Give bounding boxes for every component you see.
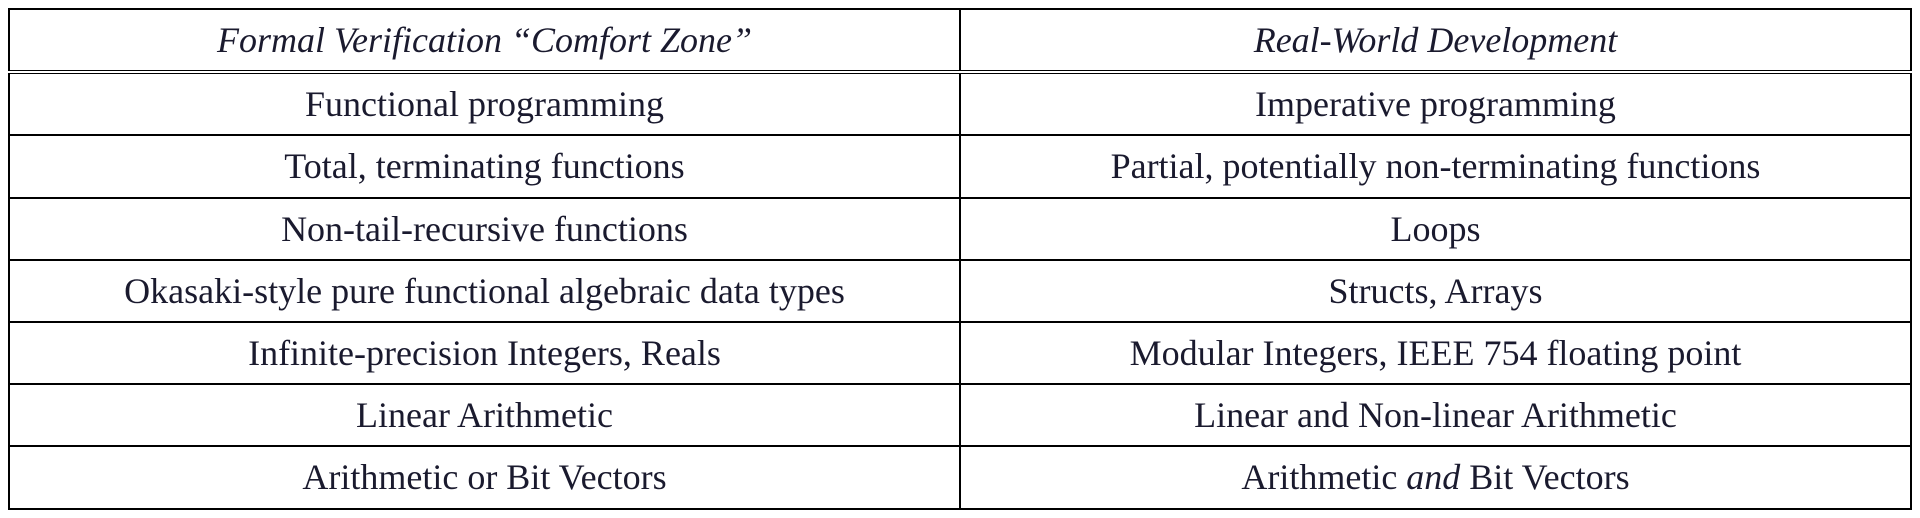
cell-right: Structs, Arrays <box>960 260 1911 322</box>
table-row: Infinite-precision Integers, Reals Modul… <box>9 322 1911 384</box>
header-left: Formal Verification “Comfort Zone” <box>9 9 960 72</box>
table-row: Arithmetic or Bit Vectors Arithmetic and… <box>9 446 1911 508</box>
cell-right-post: Bit Vectors <box>1460 457 1629 497</box>
table-row: Okasaki-style pure functional algebraic … <box>9 260 1911 322</box>
table-row: Functional programming Imperative progra… <box>9 72 1911 135</box>
comparison-table: Formal Verification “Comfort Zone” Real-… <box>8 8 1912 510</box>
cell-right: Partial, potentially non-terminating fun… <box>960 135 1911 197</box>
table-header-row: Formal Verification “Comfort Zone” Real-… <box>9 9 1911 72</box>
cell-left: Okasaki-style pure functional algebraic … <box>9 260 960 322</box>
cell-left: Infinite-precision Integers, Reals <box>9 322 960 384</box>
cell-right: Loops <box>960 198 1911 260</box>
table-row: Linear Arithmetic Linear and Non-linear … <box>9 384 1911 446</box>
cell-left: Total, terminating functions <box>9 135 960 197</box>
cell-left: Arithmetic or Bit Vectors <box>9 446 960 508</box>
cell-right-pre: Arithmetic <box>1241 457 1406 497</box>
cell-left: Linear Arithmetic <box>9 384 960 446</box>
cell-right-em: and <box>1406 457 1460 497</box>
cell-right: Modular Integers, IEEE 754 floating poin… <box>960 322 1911 384</box>
table-row: Total, terminating functions Partial, po… <box>9 135 1911 197</box>
cell-right: Imperative programming <box>960 72 1911 135</box>
cell-right: Arithmetic and Bit Vectors <box>960 446 1911 508</box>
cell-left: Functional programming <box>9 72 960 135</box>
cell-right: Linear and Non-linear Arithmetic <box>960 384 1911 446</box>
table-row: Non-tail-recursive functions Loops <box>9 198 1911 260</box>
cell-left: Non-tail-recursive functions <box>9 198 960 260</box>
header-right: Real-World Development <box>960 9 1911 72</box>
